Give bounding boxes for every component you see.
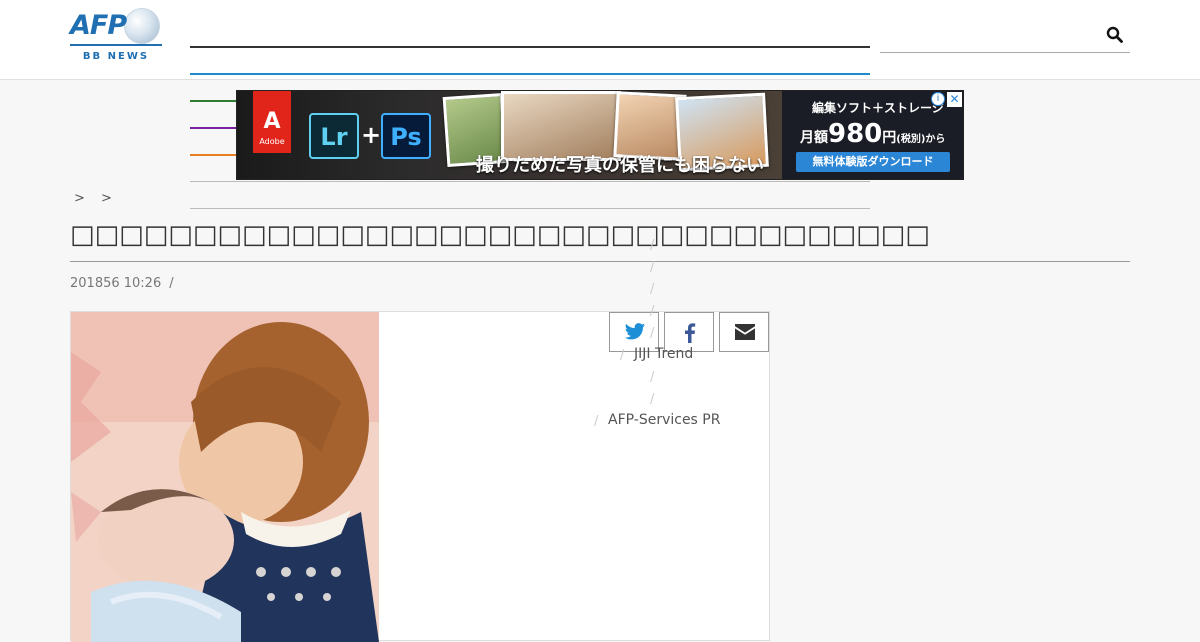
logo-text: AFP	[70, 10, 127, 41]
sidebar-separator: /	[594, 414, 599, 429]
sidebar-separator: /	[650, 392, 655, 407]
nav-line-6	[190, 181, 870, 182]
nav-line-2	[190, 73, 870, 75]
site-header: AFP BB NEWS	[0, 0, 1200, 80]
sidebar-separator: /	[650, 326, 655, 341]
page-title: □□□□□□□□□□□□□□□□□□□□□□□□□□□□□□□□□□□	[70, 220, 1130, 262]
sidebar-separator: /	[650, 370, 655, 385]
breadcrumb[interactable]: > >	[74, 191, 118, 206]
nav-line-7	[190, 208, 870, 209]
globe-icon	[124, 8, 160, 44]
logo-subtitle: BB NEWS	[82, 51, 150, 62]
sidebar-separator: /	[650, 238, 655, 253]
meta-separator: /	[169, 276, 174, 291]
nav-line-1	[190, 46, 870, 48]
adobe-label: Adobe	[259, 137, 285, 146]
adobe-a-icon: A	[263, 109, 281, 134]
ad-visual: A Adobe Lr + Ps 撮りためた写真の保管にも困らない	[237, 91, 782, 179]
article-meta: 201856 10:26 /	[70, 276, 174, 291]
adobe-logo: A Adobe	[253, 91, 291, 153]
ad-price-line: 月額980円(税別)から	[800, 119, 945, 149]
mail-icon	[735, 324, 755, 340]
search-icon[interactable]	[1106, 26, 1124, 44]
article-photo[interactable]	[71, 312, 379, 642]
sidebar-link-afp-services[interactable]: AFP-Services PR	[608, 412, 720, 428]
ad-tax: (税別)から	[896, 134, 946, 145]
ad-tagline: 撮りためた写真の保管にも困らない	[476, 155, 764, 176]
plus-sign: +	[361, 121, 382, 149]
lightroom-icon: Lr	[309, 113, 359, 159]
afp-logo[interactable]: AFP BB NEWS	[70, 8, 162, 66]
article-date: 201856 10:26	[70, 276, 162, 291]
sidebar-separator: /	[650, 304, 655, 319]
sidebar-separator: /	[620, 348, 625, 363]
search-box	[880, 24, 1130, 53]
sidebar-link-jiji-trend[interactable]: JIJI Trend	[634, 346, 693, 362]
ad-info-icon[interactable]: i	[931, 92, 945, 106]
logo-rule	[70, 44, 162, 46]
ad-download-button[interactable]: 無料体験版ダウンロード	[796, 152, 950, 172]
mail-share-button[interactable]	[719, 312, 769, 352]
twitter-icon	[624, 323, 646, 340]
ad-close-icon[interactable]: ✕	[947, 92, 962, 107]
search-input[interactable]	[880, 26, 1100, 50]
photoshop-icon: Ps	[381, 113, 431, 159]
ad-banner[interactable]: A Adobe Lr + Ps 撮りためた写真の保管にも困らない 編集ソフト＋ス…	[236, 90, 964, 180]
sidebar-separator: /	[650, 260, 655, 275]
ad-yen: 円	[882, 130, 897, 146]
facebook-icon	[685, 323, 696, 343]
ad-offer-line: 編集ソフト＋ストレージ	[812, 101, 944, 115]
article-photo-art	[71, 312, 379, 642]
sidebar-separator: /	[650, 282, 655, 297]
ad-price-prefix: 月額	[800, 130, 828, 146]
ad-price: 980	[828, 119, 883, 149]
